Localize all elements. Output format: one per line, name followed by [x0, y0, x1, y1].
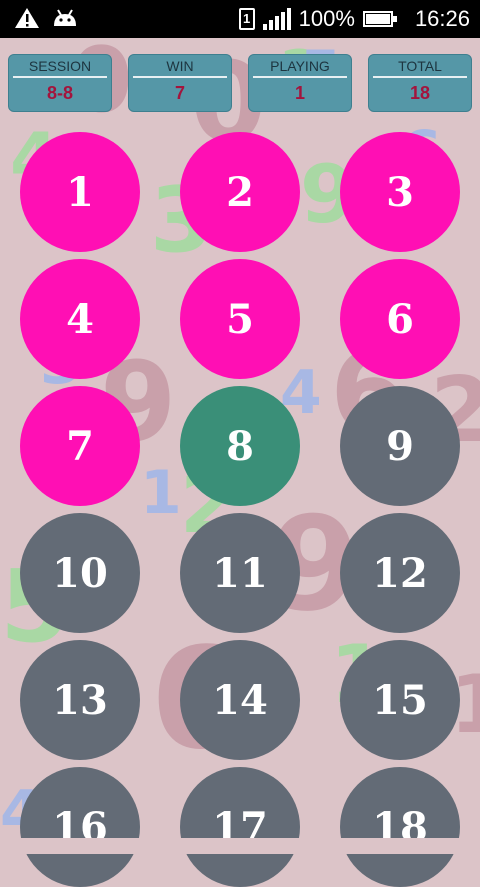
number-button-17[interactable]: 17: [180, 767, 300, 887]
number-button-10[interactable]: 10: [20, 513, 140, 633]
stat-total: TOTAL 18: [368, 54, 472, 112]
battery-percent: 100%: [298, 6, 355, 31]
stats-bar: SESSION 8-8 WIN 7 PLAYING 1 TOTAL 18: [8, 54, 472, 112]
warning-icon: [15, 8, 39, 28]
number-button-4[interactable]: 4: [20, 259, 140, 379]
stat-value: 1: [294, 83, 305, 103]
stat-value: 7: [174, 83, 185, 103]
number-button-1[interactable]: 1: [20, 132, 140, 252]
stat-session: SESSION 8-8: [8, 54, 112, 112]
status-bar: 1 100% 16:26: [0, 0, 480, 38]
stat-value: 8-8: [46, 83, 73, 103]
number-button-2[interactable]: 2: [180, 132, 300, 252]
number-button-16[interactable]: 16: [20, 767, 140, 887]
number-button-14[interactable]: 14: [180, 640, 300, 760]
sim-card-icon: 1: [238, 8, 255, 30]
number-button-7[interactable]: 7: [20, 386, 140, 506]
number-button-13[interactable]: 13: [20, 640, 140, 760]
number-button-8[interactable]: 8: [180, 386, 300, 506]
stat-win: WIN 7: [128, 54, 232, 112]
number-button-5[interactable]: 5: [180, 259, 300, 379]
stat-playing: PLAYING 1: [248, 54, 352, 112]
clock: 16:26: [414, 6, 470, 31]
stat-value: 18: [409, 83, 431, 103]
stat-label: PLAYING: [253, 58, 347, 78]
stat-label: TOTAL: [373, 58, 467, 78]
number-button-6[interactable]: 6: [340, 259, 460, 379]
android-icon: [54, 9, 76, 26]
number-button-15[interactable]: 15: [340, 640, 460, 760]
number-button-11[interactable]: 11: [180, 513, 300, 633]
signal-strength-icon: [262, 8, 291, 30]
number-button-12[interactable]: 12: [340, 513, 460, 633]
number-button-18[interactable]: 18: [340, 767, 460, 887]
background-digit: 1: [140, 458, 182, 528]
screen-bottom-edge: [0, 838, 480, 854]
stat-label: WIN: [133, 58, 227, 78]
battery-icon: [362, 11, 397, 27]
number-button-9[interactable]: 9: [340, 386, 460, 506]
number-button-3[interactable]: 3: [340, 132, 460, 252]
stat-label: SESSION: [13, 58, 107, 78]
